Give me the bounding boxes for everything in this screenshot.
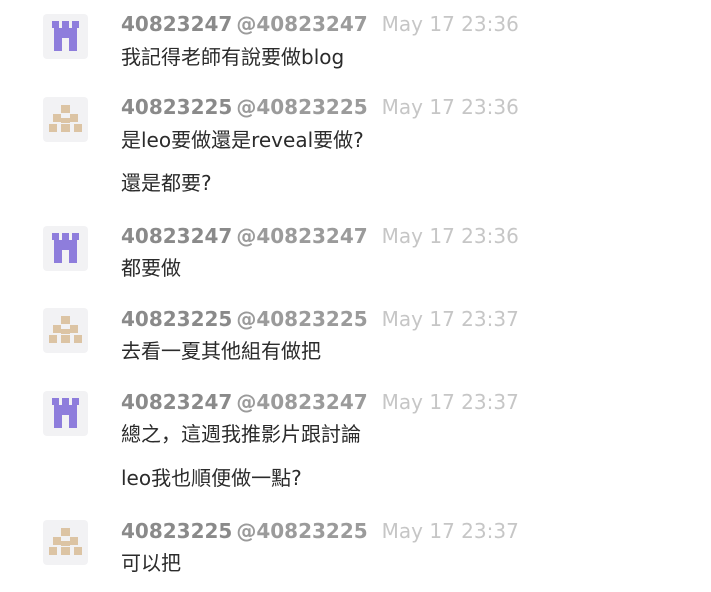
message-header: 40823247 @40823247 May 17 23:36 [121, 11, 519, 37]
user-avatar[interactable] [43, 391, 88, 436]
username[interactable]: 40823247 [121, 12, 232, 36]
message-header: 40823247 @40823247 May 17 23:36 [121, 223, 519, 249]
user-handle[interactable]: @40823225 [236, 519, 367, 543]
username[interactable]: 40823247 [121, 224, 232, 248]
user-avatar[interactable] [43, 14, 88, 59]
message-text: leo我也順便做一點? [121, 466, 302, 490]
message-header: 40823225 @40823225 May 17 23:36 [121, 94, 519, 120]
message-header: 40823225 @40823225 May 17 23:37 [121, 306, 519, 332]
message-text: 都要做 [121, 256, 181, 280]
username[interactable]: 40823247 [121, 390, 232, 414]
user-avatar[interactable] [43, 308, 88, 353]
user-handle[interactable]: @40823225 [236, 307, 367, 331]
user-avatar[interactable] [43, 520, 88, 565]
username[interactable]: 40823225 [121, 519, 232, 543]
user-handle[interactable]: @40823225 [236, 95, 367, 119]
user-avatar[interactable] [43, 226, 88, 271]
timestamp: May 17 23:37 [381, 519, 519, 543]
message-text: 我記得老師有說要做blog [121, 45, 345, 69]
message-header: 40823225 @40823225 May 17 23:37 [121, 518, 519, 544]
timestamp: May 17 23:37 [381, 307, 519, 331]
timestamp: May 17 23:36 [381, 12, 519, 36]
user-handle[interactable]: @40823247 [236, 12, 367, 36]
timestamp: May 17 23:36 [381, 95, 519, 119]
message-text: 是leo要做還是reveal要做? [121, 128, 364, 152]
timestamp: May 17 23:37 [381, 390, 519, 414]
user-handle[interactable]: @40823247 [236, 224, 367, 248]
message-header: 40823247 @40823247 May 17 23:37 [121, 389, 519, 415]
user-avatar[interactable] [43, 97, 88, 142]
message-text: 還是都要? [121, 171, 212, 195]
username[interactable]: 40823225 [121, 307, 232, 331]
username[interactable]: 40823225 [121, 95, 232, 119]
message-text: 可以把 [121, 551, 181, 575]
message-text: 去看一夏其他組有做把 [121, 339, 321, 363]
user-handle[interactable]: @40823247 [236, 390, 367, 414]
message-text: 總之，這週我推影片跟討論 [121, 422, 361, 446]
timestamp: May 17 23:36 [381, 224, 519, 248]
